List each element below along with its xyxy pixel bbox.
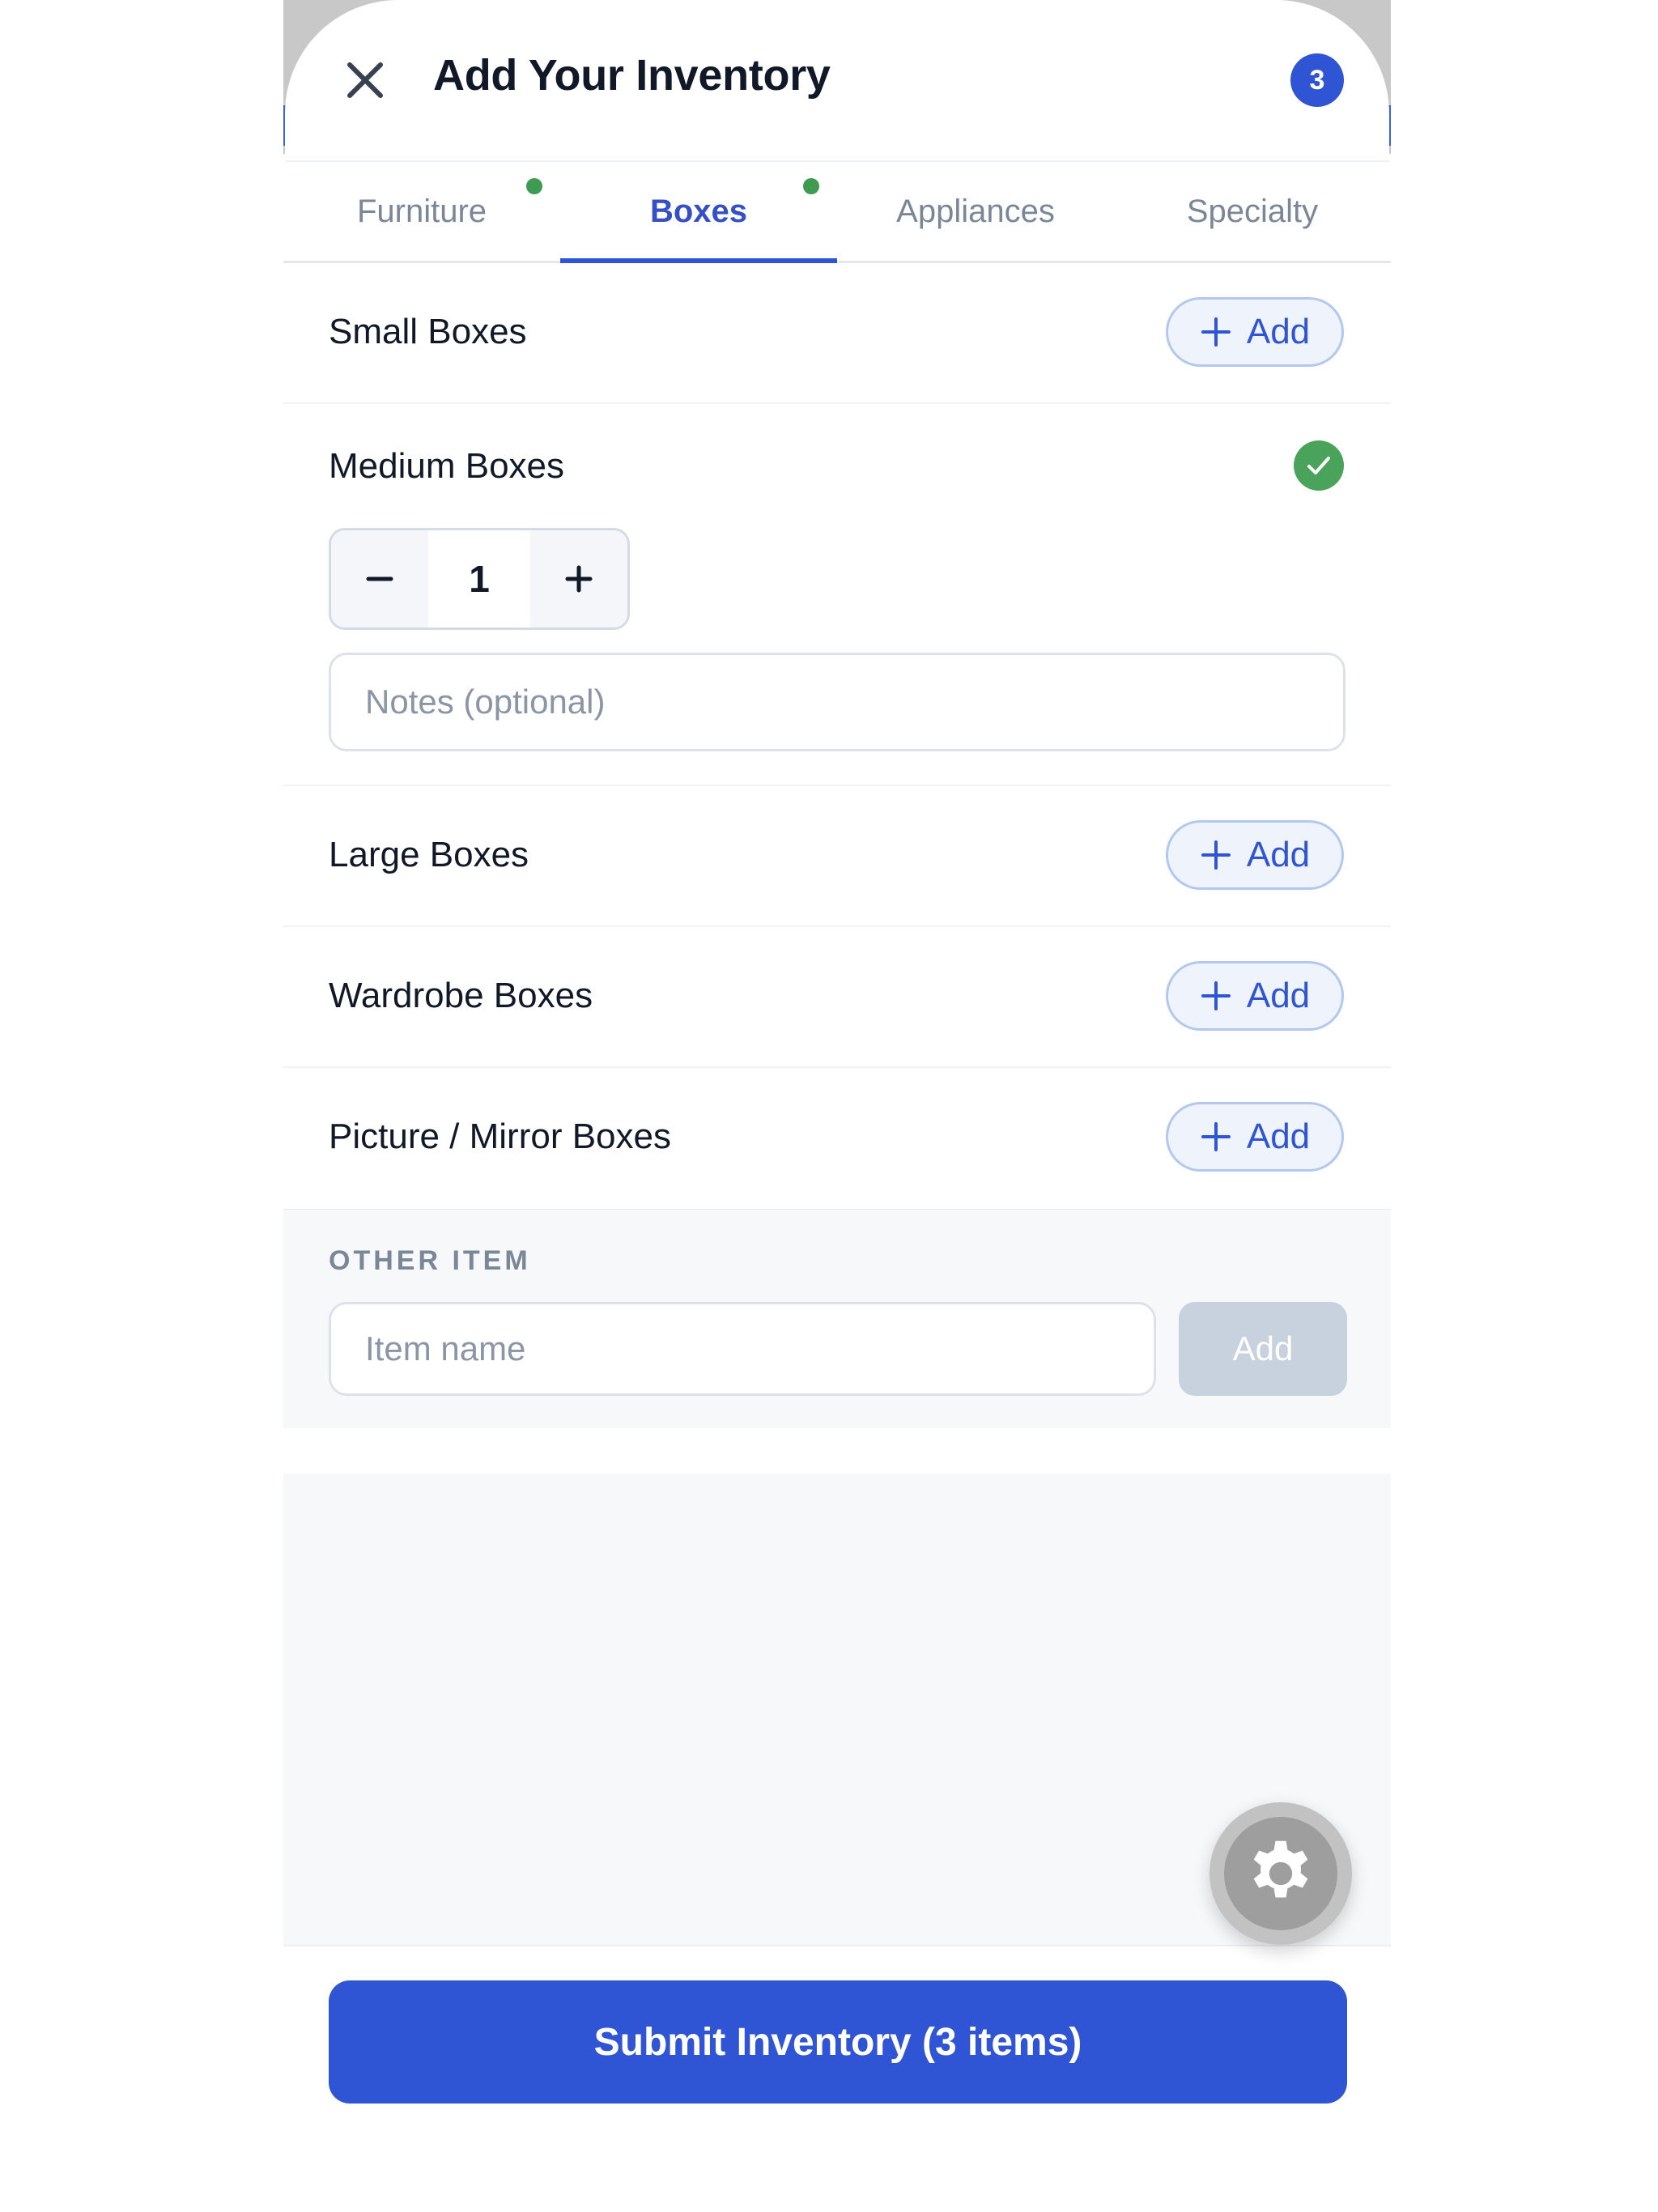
add-picture-mirror-boxes-button[interactable]: Add — [1166, 1102, 1344, 1172]
app-screen: Add Your Inventory 3 Furniture Boxes App… — [283, 0, 1391, 2212]
plus-icon — [1201, 840, 1231, 870]
plus-icon — [565, 565, 593, 593]
has-items-dot — [803, 178, 819, 194]
gear-icon — [1253, 1840, 1308, 1898]
decrement-button[interactable] — [331, 530, 428, 627]
item-name-input[interactable] — [329, 1302, 1156, 1396]
tab-label: Furniture — [356, 193, 487, 229]
modal-header: Add Your Inventory 3 — [285, 0, 1389, 162]
quantity-value: 1 — [428, 530, 530, 627]
close-icon — [347, 62, 383, 98]
tab-furniture[interactable]: Furniture — [283, 162, 560, 261]
item-label: Medium Boxes — [329, 446, 565, 486]
plus-icon — [1201, 317, 1231, 347]
item-label: Picture / Mirror Boxes — [329, 1117, 671, 1156]
item-label: Small Boxes — [329, 312, 527, 351]
tab-label: Appliances — [896, 193, 1055, 229]
notes-input[interactable] — [329, 653, 1346, 751]
settings-button[interactable] — [1209, 1802, 1352, 1945]
check-circle-icon — [1294, 440, 1344, 491]
list-item-wardrobe-boxes: Wardrobe Boxes Add — [283, 927, 1391, 1068]
list-item-small-boxes: Small Boxes Add — [283, 263, 1391, 404]
tab-label: Boxes — [649, 193, 748, 229]
tab-label: Specialty — [1186, 193, 1319, 229]
minus-icon — [366, 576, 393, 581]
tab-appliances[interactable]: Appliances — [837, 162, 1114, 261]
other-item-heading: OTHER ITEM — [329, 1245, 531, 1276]
list-item-large-boxes: Large Boxes Add — [283, 786, 1391, 927]
item-count-badge: 3 — [1290, 53, 1344, 107]
add-label: Add — [1246, 835, 1311, 874]
tab-boxes[interactable]: Boxes — [560, 162, 837, 263]
add-label: Add — [1246, 1117, 1311, 1156]
list-item-picture-mirror-boxes: Picture / Mirror Boxes Add — [283, 1068, 1391, 1210]
settings-button-inner — [1224, 1817, 1337, 1930]
quantity-stepper: 1 — [329, 528, 630, 630]
item-label: Wardrobe Boxes — [329, 976, 593, 1015]
add-label: Add — [1246, 976, 1311, 1015]
plus-icon — [1201, 981, 1231, 1010]
add-large-boxes-button[interactable]: Add — [1166, 820, 1344, 890]
close-button[interactable] — [337, 52, 393, 108]
plus-icon — [1201, 1122, 1231, 1151]
add-label: Add — [1246, 312, 1311, 351]
tab-specialty[interactable]: Specialty — [1114, 162, 1391, 261]
category-tabs: Furniture Boxes Appliances Specialty — [283, 162, 1391, 263]
submit-inventory-button[interactable]: Submit Inventory (3 items) — [329, 1980, 1347, 2104]
add-small-boxes-button[interactable]: Add — [1166, 297, 1344, 367]
add-other-item-button[interactable]: Add — [1179, 1302, 1347, 1396]
page-title: Add Your Inventory — [433, 51, 831, 100]
increment-button[interactable] — [530, 530, 627, 627]
add-wardrobe-boxes-button[interactable]: Add — [1166, 961, 1344, 1031]
has-items-dot — [526, 178, 542, 194]
item-label: Large Boxes — [329, 835, 529, 874]
